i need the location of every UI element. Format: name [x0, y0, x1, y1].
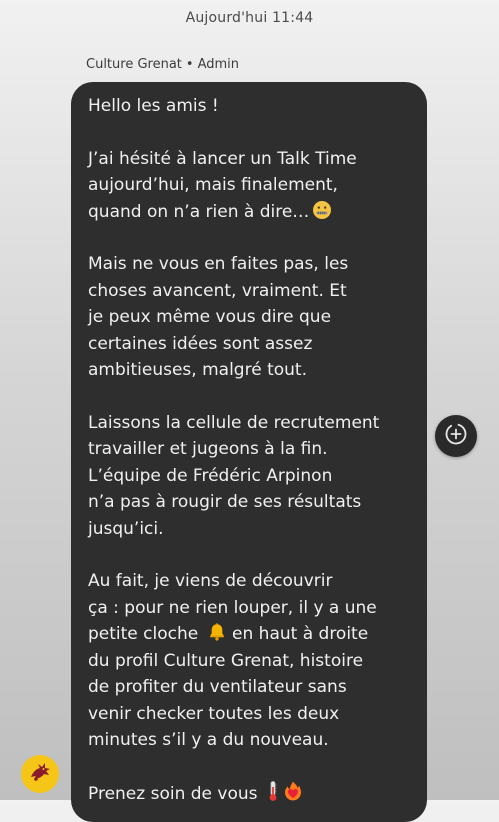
message-timestamp: Aujourd'hui 11:44 — [185, 10, 314, 26]
sender-line: Culture Grenat • Admin — [86, 57, 239, 72]
message-paragraph-5: Au fait, je viens de découvrir ça : pour… — [88, 568, 407, 754]
message-paragraph-2: J’ai hésité à lancer un Talk Time aujour… — [88, 146, 407, 226]
add-reaction-icon — [443, 421, 469, 451]
zipper-mouth-face-icon — [312, 200, 332, 220]
message-paragraph-6-text: Prenez soin de vous — [88, 783, 258, 804]
add-reaction-button[interactable] — [435, 415, 477, 457]
club-logo-icon — [25, 757, 55, 791]
sender-name[interactable]: Culture Grenat — [86, 57, 182, 72]
sender-avatar[interactable] — [21, 755, 59, 793]
message-paragraph-3: Mais ne vous en faites pas, les choses a… — [88, 254, 349, 380]
sender-separator: • — [185, 57, 194, 72]
message-paragraph-4: Laissons la cellule de recrutement trava… — [88, 412, 380, 539]
heart-on-fire-icon — [283, 780, 303, 802]
message-paragraph-1: Hello les amis ! — [88, 96, 219, 116]
sender-role: Admin — [197, 57, 239, 72]
message-paragraph-6: Prenez soin de vous — [88, 780, 407, 808]
bell-icon — [207, 622, 227, 642]
message-bubble[interactable]: Hello les amis ! J’ai hésité à lancer un… — [71, 82, 427, 822]
thermometer-icon — [266, 780, 280, 802]
